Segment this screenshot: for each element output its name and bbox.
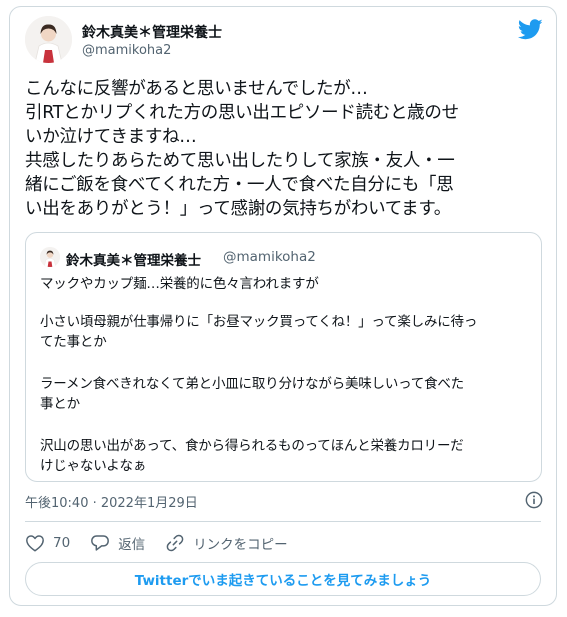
quoted-line: マックやカップ麺…栄養的に色々言われますが	[40, 276, 319, 292]
tweet-line: 共感したりあらためて思い出したりして家族・友人・一	[25, 151, 455, 171]
quoted-line: ラーメン食べきれなくて弟と小皿に取り分けながら美味しいって食べた	[40, 376, 464, 392]
quoted-line: 小さい頃母親が仕事帰りに「お昼マック買ってくね！」って楽しみに待っ	[40, 314, 478, 330]
quoted-author-avatar	[40, 247, 60, 267]
tweet-line: 緒にご飯を食べてくれた方・一人で食べた自分にも「思	[25, 175, 454, 195]
tweet-line: い出をありがとう！」って感謝の気持ちがわいてます。	[25, 199, 451, 219]
reply-button[interactable]: 返信	[90, 533, 145, 553]
like-count: 70	[53, 535, 71, 551]
quoted-line: 沢山の思い出があって、食から得られるものってほんと栄養カロリーだ	[40, 438, 464, 454]
author-avatar[interactable]	[25, 16, 72, 63]
reply-bubble-icon	[91, 535, 110, 551]
author-handle[interactable]: @mamikoha2	[82, 43, 171, 58]
tweet-line: 引RTとかリプくれた方の思い出エピソード読むと歳のせ	[25, 103, 459, 123]
action-bar: 70 返信 リンクをコピー	[25, 530, 308, 556]
tweet-timestamp[interactable]: 午後10:40 · 2022年1月29日	[25, 492, 198, 511]
see-more-on-twitter-button[interactable]: Twitterでいま起きていることを見てみましょう	[25, 562, 541, 596]
like-button[interactable]: 70	[25, 534, 70, 552]
copy-link-button[interactable]: リンクをコピー	[165, 533, 288, 553]
info-icon[interactable]	[525, 491, 543, 509]
reply-label: 返信	[118, 537, 146, 553]
link-icon	[166, 534, 184, 552]
tweet-card: 鈴木真美＊管理栄養士 @mamikoha2 こんなに反響があると思いませんでした…	[9, 6, 557, 606]
quoted-line: 事とか	[40, 396, 80, 412]
tweet-line: こんなに反響があると思いませんでしたが…	[25, 79, 368, 99]
quoted-tweet[interactable]: 鈴木真美＊管理栄養士 @mamikoha2 マックやカップ麺…栄養的に色々言われ…	[25, 232, 542, 482]
quoted-author-name: 鈴木真美＊管理栄養士	[66, 253, 201, 269]
copy-link-label: リンクをコピー	[193, 537, 288, 553]
divider	[25, 521, 541, 522]
author-name[interactable]: 鈴木真美＊管理栄養士	[82, 22, 222, 42]
tweet-line: いか泣けてきますね…	[25, 127, 197, 147]
heart-icon	[26, 535, 44, 552]
quoted-author-handle: @mamikoha2	[223, 249, 316, 265]
tweet-text: こんなに反響があると思いませんでしたが… 引RTとかリプくれた方の思い出エピソー…	[25, 77, 545, 221]
quoted-line: てた事とか	[40, 334, 107, 350]
twitter-bird-icon[interactable]	[518, 19, 543, 40]
quoted-line: けじゃないよなぁ	[40, 458, 147, 474]
